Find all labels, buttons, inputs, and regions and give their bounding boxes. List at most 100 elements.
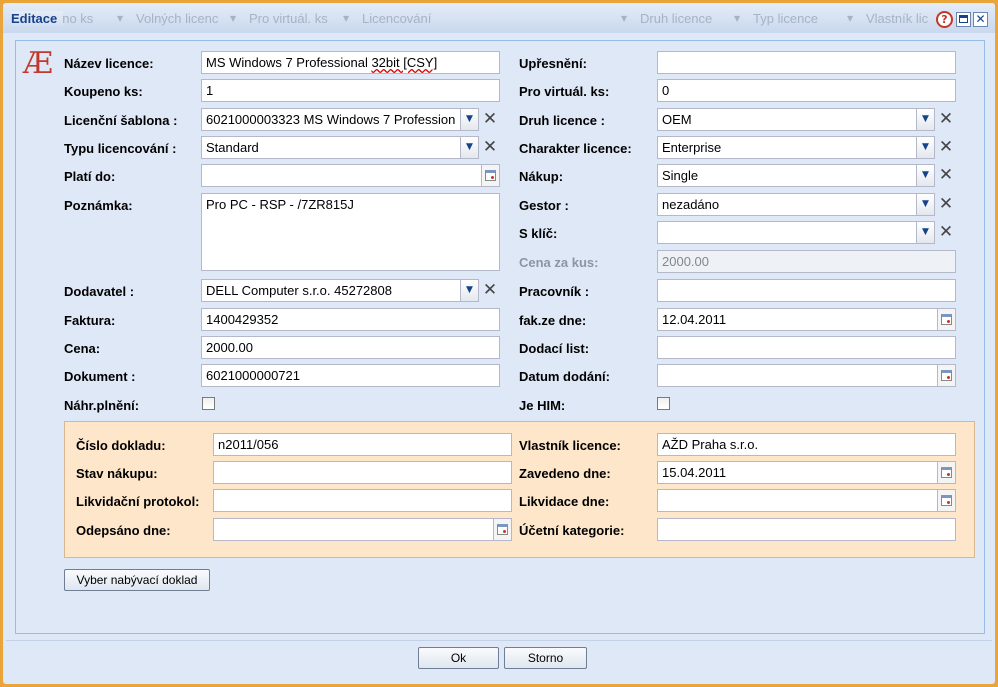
charakter-licence-combo[interactable]: Enterprise ▼ ✕	[657, 136, 956, 159]
nakup-input[interactable]: Single	[657, 164, 917, 187]
calendar-icon[interactable]	[938, 461, 956, 484]
charakter-licence-input[interactable]: Enterprise	[657, 136, 917, 159]
druh-licence-label: Druh licence :	[519, 113, 605, 128]
cancel-button[interactable]: Storno	[504, 647, 587, 669]
pracovnik-input[interactable]	[657, 279, 956, 302]
clear-x-icon[interactable]: ✕	[480, 109, 500, 129]
background-column-header: Volných licenc	[136, 11, 219, 26]
clear-x-icon[interactable]: ✕	[936, 137, 956, 157]
gestor-value: nezadáno	[662, 197, 720, 212]
gestor-input[interactable]: nezadáno	[657, 193, 917, 216]
nahr-plneni-checkbox[interactable]	[202, 397, 215, 410]
dodaci-list-input[interactable]	[657, 336, 956, 359]
plati-do-input[interactable]	[201, 164, 482, 187]
dodaci-list-label: Dodací list:	[519, 341, 590, 356]
background-column-header: Typ licence	[753, 11, 819, 26]
chevron-down-icon[interactable]: ▼	[917, 164, 935, 187]
dodavatel-input[interactable]: DELL Computer s.r.o. 45272808	[201, 279, 461, 302]
faktura-input[interactable]: 1400429352	[201, 308, 500, 331]
select-document-button[interactable]: Vyber nabývací doklad	[64, 569, 210, 591]
edit-dialog: eno ks ▼ Volných licenc ▼ Pro virtuál. k…	[0, 0, 998, 687]
cena-za-kus-label: Cena za kus:	[519, 255, 599, 270]
calendar-icon[interactable]	[938, 489, 956, 512]
nazev-licence-value: MS Windows 7 Professional 32bit [CSY]	[206, 55, 438, 70]
calendar-icon[interactable]	[938, 364, 956, 387]
nahr-plneni-label: Náhr.plnění:	[64, 398, 140, 413]
upresneni-input[interactable]	[657, 51, 956, 74]
s-klic-combo[interactable]: ▼ ✕	[657, 221, 956, 244]
calendar-icon[interactable]	[938, 308, 956, 331]
calendar-icon[interactable]	[494, 518, 512, 541]
fak-ze-dne-input[interactable]: 12.04.2011	[657, 308, 938, 331]
faktura-value: 1400429352	[206, 312, 279, 327]
help-icon[interactable]: ?	[936, 11, 953, 28]
title-bar[interactable]: eno ks ▼ Volných licenc ▼ Pro virtuál. k…	[3, 3, 995, 33]
koupeno-ks-input[interactable]: 1	[201, 79, 500, 102]
chevron-down-icon[interactable]: ▼	[917, 193, 935, 216]
pro-virtual-ks-label: Pro virtuál. ks:	[519, 84, 610, 99]
chevron-down-icon: ▼	[343, 14, 350, 23]
zavedeno-dne-datefield[interactable]: 15.04.2011	[657, 461, 956, 484]
poznamka-textarea[interactable]: Pro PC - RSP - /7ZR815J	[201, 193, 500, 271]
chevron-down-icon[interactable]: ▼	[917, 136, 935, 159]
close-icon[interactable]: ✕	[973, 12, 988, 27]
datum-dodani-datefield[interactable]	[657, 364, 956, 387]
nakup-combo[interactable]: Single ▼ ✕	[657, 164, 956, 187]
pracovnik-label: Pracovník :	[519, 284, 590, 299]
chevron-down-icon: ▼	[230, 14, 237, 23]
chevron-down-icon[interactable]: ▼	[917, 221, 935, 244]
datum-dodani-input[interactable]	[657, 364, 938, 387]
licencni-sablona-combo[interactable]: 6021000003323 MS Windows 7 Professional …	[201, 108, 500, 131]
clear-x-icon[interactable]: ✕	[936, 194, 956, 214]
odepsano-dne-label: Odepsáno dne:	[76, 523, 171, 538]
druh-licence-combo[interactable]: OEM ▼ ✕	[657, 108, 956, 131]
clear-x-icon[interactable]: ✕	[936, 165, 956, 185]
typ-licencovani-input[interactable]: Standard	[201, 136, 461, 159]
likvidacni-protokol-input[interactable]	[213, 489, 512, 512]
typ-licencovani-combo[interactable]: Standard ▼ ✕	[201, 136, 500, 159]
stav-nakupu-input[interactable]	[213, 461, 512, 484]
zavedeno-dne-value: 15.04.2011	[662, 465, 727, 480]
chevron-down-icon[interactable]: ▼	[461, 136, 479, 159]
odepsano-dne-input[interactable]	[213, 518, 494, 541]
dokument-input[interactable]: 6021000000721	[201, 364, 500, 387]
gestor-combo[interactable]: nezadáno ▼ ✕	[657, 193, 956, 216]
je-him-checkbox[interactable]	[657, 397, 670, 410]
chevron-down-icon[interactable]: ▼	[917, 108, 935, 131]
clear-x-icon[interactable]: ✕	[480, 280, 500, 300]
odepsano-dne-datefield[interactable]	[213, 518, 512, 541]
zavedeno-dne-label: Zavedeno dne:	[519, 466, 611, 481]
chevron-down-icon: ▼	[621, 14, 628, 23]
chevron-down-icon[interactable]: ▼	[461, 279, 479, 302]
druh-licence-input[interactable]: OEM	[657, 108, 917, 131]
zavedeno-dne-input[interactable]: 15.04.2011	[657, 461, 938, 484]
clear-x-icon[interactable]: ✕	[936, 109, 956, 129]
upresneni-label: Upřesnění:	[519, 56, 587, 71]
vlastnik-licence-value: AŽD Praha s.r.o.	[662, 437, 759, 452]
chevron-down-icon[interactable]: ▼	[461, 108, 479, 131]
s-klic-label: S klíč:	[519, 226, 558, 241]
plati-do-datefield[interactable]	[201, 164, 500, 187]
calendar-icon[interactable]	[482, 164, 500, 187]
licencni-sablona-label: Licenční šablona :	[64, 113, 178, 128]
chevron-down-icon: ▼	[734, 14, 741, 23]
dodavatel-combo[interactable]: DELL Computer s.r.o. 45272808 ▼ ✕	[201, 279, 500, 302]
background-column-header: Druh licence	[640, 11, 713, 26]
ucetni-kategorie-input[interactable]	[657, 518, 956, 541]
maximize-icon[interactable]	[956, 12, 971, 27]
likvidace-dne-datefield[interactable]	[657, 489, 956, 512]
pro-virtual-ks-input[interactable]: 0	[657, 79, 956, 102]
ok-button[interactable]: Ok	[418, 647, 499, 669]
clear-x-icon[interactable]: ✕	[480, 137, 500, 157]
cena-input[interactable]: 2000.00	[201, 336, 500, 359]
vlastnik-licence-input[interactable]: AŽD Praha s.r.o.	[657, 433, 956, 456]
clear-x-icon[interactable]: ✕	[936, 222, 956, 242]
cislo-dokladu-input[interactable]: n2011/056	[213, 433, 512, 456]
s-klic-input[interactable]	[657, 221, 917, 244]
nazev-licence-input[interactable]: MS Windows 7 Professional 32bit [CSY]	[201, 51, 500, 74]
licencni-sablona-value: 6021000003323 MS Windows 7 Professional …	[206, 112, 456, 127]
koupeno-ks-value: 1	[206, 83, 214, 98]
licencni-sablona-input[interactable]: 6021000003323 MS Windows 7 Professional …	[201, 108, 461, 131]
fak-ze-dne-datefield[interactable]: 12.04.2011	[657, 308, 956, 331]
likvidace-dne-input[interactable]	[657, 489, 938, 512]
